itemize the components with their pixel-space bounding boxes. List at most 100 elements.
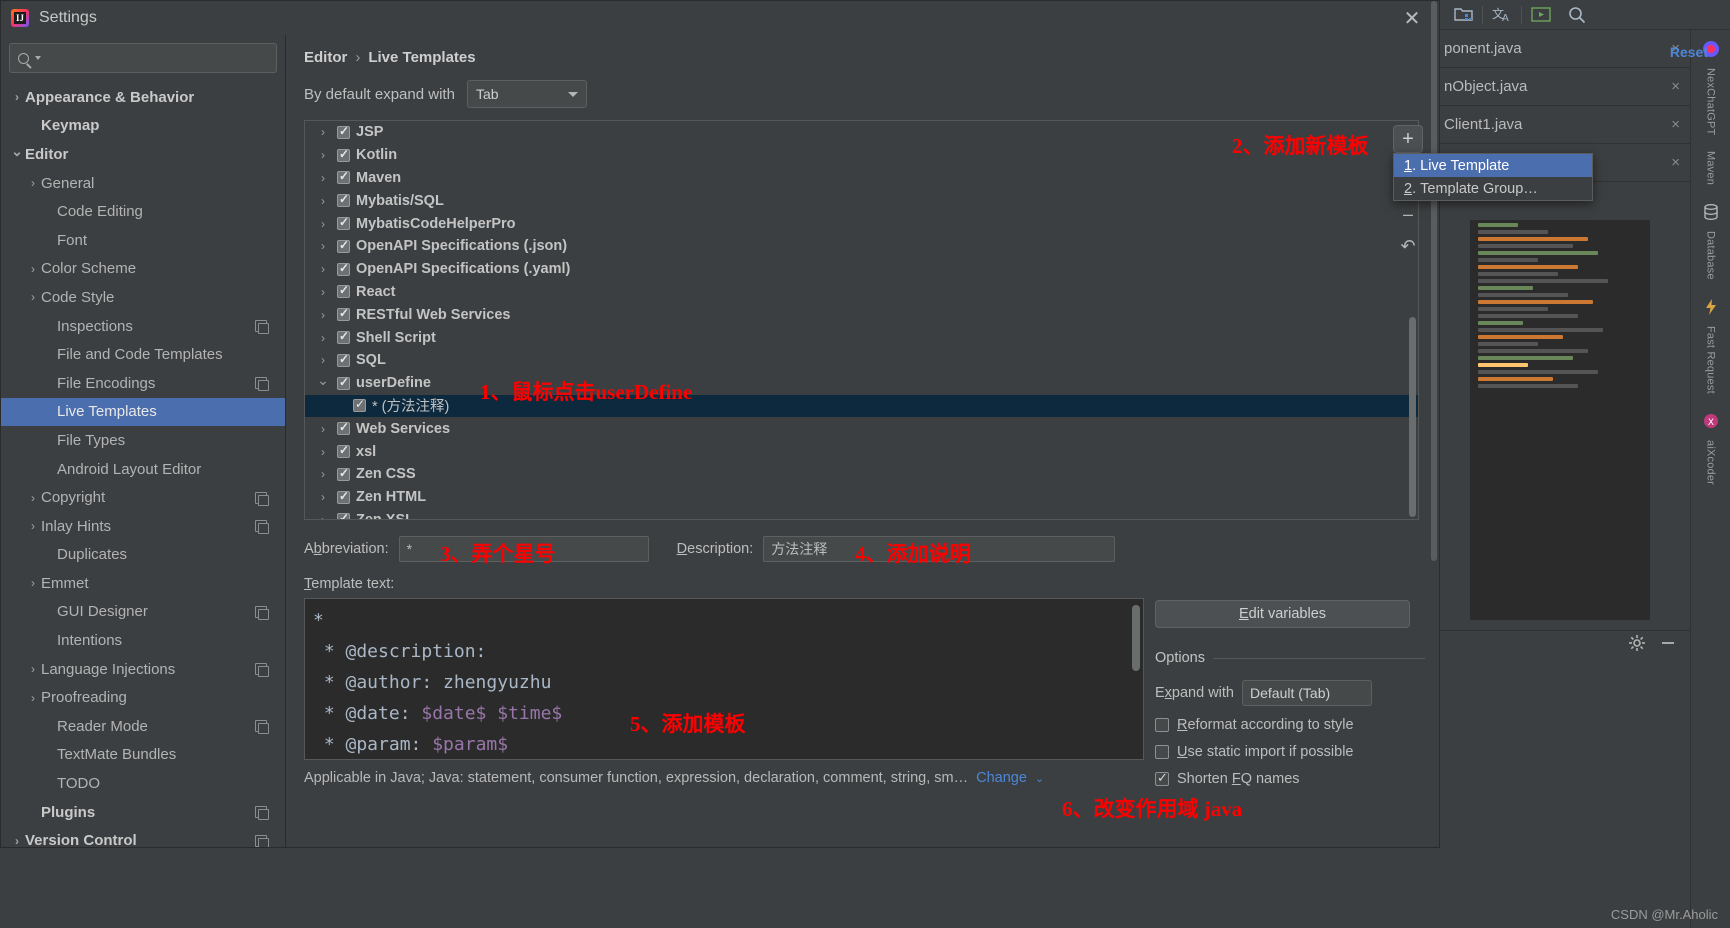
tree-row[interactable]: › React: [305, 281, 1418, 304]
search-icon[interactable]: [1560, 2, 1594, 28]
chevron-right-icon[interactable]: ›: [25, 691, 41, 705]
sidebar-item-plugins[interactable]: Plugins: [1, 798, 285, 827]
tree-checkbox[interactable]: [337, 261, 350, 276]
copy-settings-icon[interactable]: [255, 605, 269, 620]
sidebar-item-appearance-behavior[interactable]: › Appearance & Behavior: [1, 83, 285, 112]
chevron-right-icon[interactable]: ›: [315, 217, 331, 231]
shorten-fq-option-row[interactable]: Shorten FQ names: [1155, 770, 1425, 787]
tree-row[interactable]: › Zen HTML: [305, 486, 1418, 509]
sidebar-item-color-scheme[interactable]: › Color Scheme: [1, 255, 285, 284]
chevron-right-icon[interactable]: ›: [25, 290, 41, 304]
tree-row[interactable]: › xsl: [305, 440, 1418, 463]
add-template-button[interactable]: +: [1393, 125, 1423, 153]
chevron-right-icon[interactable]: ›: [315, 331, 331, 345]
chevron-down-icon[interactable]: ⌄: [315, 372, 331, 389]
copy-settings-icon[interactable]: [255, 320, 269, 335]
run-icon[interactable]: [1524, 2, 1558, 28]
close-icon[interactable]: ×: [1671, 154, 1680, 171]
sidebar-item-proofreading[interactable]: › Proofreading: [1, 683, 285, 712]
sidebar-item-keymap[interactable]: Keymap: [1, 112, 285, 141]
chevron-right-icon[interactable]: ›: [25, 662, 41, 676]
translate-icon[interactable]: 文 A: [1485, 2, 1519, 28]
tree-checkbox[interactable]: [353, 397, 366, 413]
tree-checkbox[interactable]: [337, 192, 350, 208]
chevron-down-icon[interactable]: [35, 56, 41, 60]
undo-button[interactable]: ↶: [1393, 233, 1423, 259]
chevron-right-icon[interactable]: ›: [315, 467, 331, 481]
close-icon[interactable]: ×: [1671, 78, 1680, 95]
close-icon[interactable]: ✕: [1399, 5, 1425, 31]
editor-tab[interactable]: ponent.java ×: [1440, 30, 1690, 68]
tree-scrollbar[interactable]: [1409, 317, 1416, 517]
sidebar-item-code-editing[interactable]: Code Editing: [1, 197, 285, 226]
chevron-right-icon[interactable]: ›: [25, 262, 41, 276]
chevron-right-icon[interactable]: ›: [25, 176, 41, 190]
tree-row[interactable]: › Zen XSL: [305, 509, 1418, 519]
sidebar-item-emmet[interactable]: › Emmet: [1, 569, 285, 598]
close-icon[interactable]: ×: [1671, 116, 1680, 133]
menu-item-live-template[interactable]: 1. Live Template: [1394, 154, 1592, 177]
sidebar-item-copyright[interactable]: › Copyright: [1, 483, 285, 512]
shorten-fq-checkbox[interactable]: [1155, 770, 1169, 786]
chevron-down-icon[interactable]: ⌄: [1035, 772, 1044, 785]
tree-checkbox[interactable]: [337, 352, 350, 367]
tree-row[interactable]: › SQL: [305, 349, 1418, 372]
database-icon[interactable]: [1698, 199, 1724, 225]
tree-checkbox[interactable]: [337, 511, 350, 519]
tree-row[interactable]: › Shell Script: [305, 326, 1418, 349]
editor-tab[interactable]: Client1.java ×: [1440, 106, 1690, 144]
tree-row[interactable]: › OpenAPI Specifications (.yaml): [305, 258, 1418, 281]
sidebar-item-reader-mode[interactable]: Reader Mode: [1, 712, 285, 741]
breadcrumb-parent[interactable]: Editor: [304, 49, 347, 66]
sidebar-item-gui-designer[interactable]: GUI Designer: [1, 598, 285, 627]
search-input[interactable]: [46, 50, 268, 66]
tree-row[interactable]: › Maven: [305, 167, 1418, 190]
project-folder-icon[interactable]: [1446, 2, 1480, 28]
rail-label-maven[interactable]: Maven: [1705, 151, 1717, 185]
menu-item-template-group[interactable]: 2. Template Group…: [1394, 177, 1592, 200]
reset-link[interactable]: Reset: [1670, 44, 1708, 60]
chevron-right-icon[interactable]: ›: [315, 513, 331, 519]
chevron-right-icon[interactable]: ›: [25, 519, 41, 533]
remove-template-button[interactable]: –: [1393, 201, 1423, 227]
tree-checkbox[interactable]: [337, 238, 350, 253]
rail-label-nexchatgpt[interactable]: NexChatGPT: [1705, 68, 1717, 135]
sidebar-item-version-control[interactable]: › Version Control: [1, 826, 285, 847]
chevron-right-icon[interactable]: ›: [315, 308, 331, 322]
sidebar-item-file-types[interactable]: File Types: [1, 426, 285, 455]
tree-checkbox[interactable]: [337, 420, 350, 436]
tree-checkbox[interactable]: [337, 443, 350, 459]
copy-settings-icon[interactable]: [255, 377, 269, 392]
tree-row[interactable]: › Zen CSS: [305, 463, 1418, 486]
copy-settings-icon[interactable]: [255, 834, 269, 847]
sidebar-item-todo[interactable]: TODO: [1, 769, 285, 798]
tree-row[interactable]: › OpenAPI Specifications (.json): [305, 235, 1418, 258]
chevron-right-icon[interactable]: ›: [315, 125, 331, 139]
copy-settings-icon[interactable]: [255, 720, 269, 735]
tree-row[interactable]: › Mybatis/SQL: [305, 189, 1418, 212]
chevron-right-icon[interactable]: ›: [315, 194, 331, 208]
fast-request-icon[interactable]: [1698, 294, 1724, 320]
sidebar-item-textmate-bundles[interactable]: TextMate Bundles: [1, 741, 285, 770]
chevron-right-icon[interactable]: ›: [25, 491, 41, 505]
sidebar-item-language-injections[interactable]: › Language Injections: [1, 655, 285, 684]
tree-checkbox[interactable]: [337, 169, 350, 185]
sidebar-item-file-encodings[interactable]: File Encodings: [1, 369, 285, 398]
rail-label-database[interactable]: Database: [1705, 231, 1717, 280]
static-import-option-row[interactable]: Use static import if possible: [1155, 744, 1425, 760]
copy-settings-icon[interactable]: [255, 663, 269, 678]
sidebar-item-code-style[interactable]: › Code Style: [1, 283, 285, 312]
expand-with-option-select[interactable]: Default (Tab): [1242, 680, 1372, 706]
sidebar-item-file-and-code-templates[interactable]: File and Code Templates: [1, 340, 285, 369]
chevron-right-icon[interactable]: ›: [315, 239, 331, 253]
sidebar-item-inlay-hints[interactable]: › Inlay Hints: [1, 512, 285, 541]
rail-label-aixcoder[interactable]: aiXcoder: [1705, 440, 1717, 485]
sidebar-item-live-templates[interactable]: Live Templates: [1, 397, 285, 427]
rail-label-fastrequest[interactable]: Fast Request: [1705, 326, 1717, 394]
tree-checkbox[interactable]: [337, 124, 350, 139]
sidebar-item-editor[interactable]: ⌄ Editor: [1, 140, 285, 169]
tree-checkbox[interactable]: [337, 329, 350, 345]
sidebar-item-intentions[interactable]: Intentions: [1, 626, 285, 655]
tree-row[interactable]: * (方法注释): [305, 394, 1418, 418]
copy-settings-icon[interactable]: [255, 491, 269, 506]
